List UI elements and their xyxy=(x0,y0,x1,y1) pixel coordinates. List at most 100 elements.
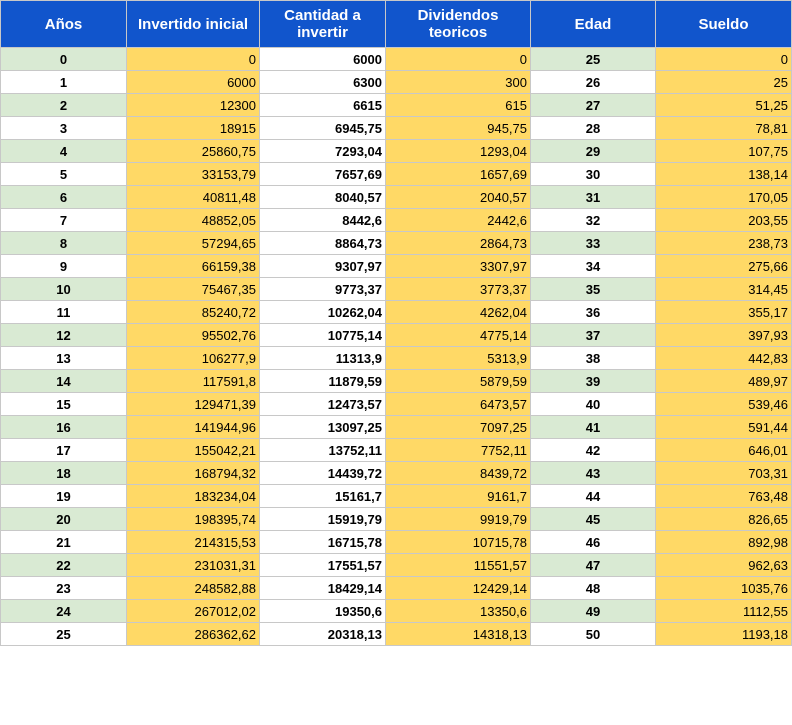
cell-edad[interactable]: 47 xyxy=(530,553,656,577)
cell-sueldo[interactable]: 275,66 xyxy=(655,254,792,278)
cell-dividendos-teoricos[interactable]: 5879,59 xyxy=(385,369,531,393)
cell-sueldo[interactable]: 78,81 xyxy=(655,116,792,140)
cell-edad[interactable]: 38 xyxy=(530,346,656,370)
cell-sueldo[interactable]: 646,01 xyxy=(655,438,792,462)
cell-sueldo[interactable]: 1035,76 xyxy=(655,576,792,600)
cell-cantidad-a-invertir[interactable]: 16715,78 xyxy=(259,530,386,554)
header-sueldo[interactable]: Sueldo xyxy=(655,0,792,48)
cell-dividendos-teoricos[interactable]: 5313,9 xyxy=(385,346,531,370)
cell-anos[interactable]: 0 xyxy=(0,47,127,71)
cell-sueldo[interactable]: 138,14 xyxy=(655,162,792,186)
cell-anos[interactable]: 17 xyxy=(0,438,127,462)
cell-anos[interactable]: 18 xyxy=(0,461,127,485)
cell-dividendos-teoricos[interactable]: 2040,57 xyxy=(385,185,531,209)
cell-anos[interactable]: 5 xyxy=(0,162,127,186)
cell-sueldo[interactable]: 203,55 xyxy=(655,208,792,232)
cell-anos[interactable]: 11 xyxy=(0,300,127,324)
cell-cantidad-a-invertir[interactable]: 11313,9 xyxy=(259,346,386,370)
cell-sueldo[interactable]: 1112,55 xyxy=(655,599,792,623)
cell-edad[interactable]: 31 xyxy=(530,185,656,209)
cell-edad[interactable]: 48 xyxy=(530,576,656,600)
cell-edad[interactable]: 43 xyxy=(530,461,656,485)
header-invertido-inicial[interactable]: Invertido inicial xyxy=(126,0,260,48)
cell-invertido-inicial[interactable]: 95502,76 xyxy=(126,323,260,347)
cell-cantidad-a-invertir[interactable]: 13752,11 xyxy=(259,438,386,462)
cell-edad[interactable]: 41 xyxy=(530,415,656,439)
cell-edad[interactable]: 28 xyxy=(530,116,656,140)
cell-anos[interactable]: 13 xyxy=(0,346,127,370)
cell-edad[interactable]: 30 xyxy=(530,162,656,186)
cell-anos[interactable]: 8 xyxy=(0,231,127,255)
cell-cantidad-a-invertir[interactable]: 8442,6 xyxy=(259,208,386,232)
cell-anos[interactable]: 21 xyxy=(0,530,127,554)
cell-edad[interactable]: 40 xyxy=(530,392,656,416)
header-dividendos-teoricos[interactable]: Dividendos teoricos xyxy=(385,0,531,48)
cell-dividendos-teoricos[interactable]: 7097,25 xyxy=(385,415,531,439)
cell-cantidad-a-invertir[interactable]: 7293,04 xyxy=(259,139,386,163)
cell-edad[interactable]: 46 xyxy=(530,530,656,554)
cell-dividendos-teoricos[interactable]: 13350,6 xyxy=(385,599,531,623)
cell-dividendos-teoricos[interactable]: 0 xyxy=(385,47,531,71)
cell-dividendos-teoricos[interactable]: 615 xyxy=(385,93,531,117)
cell-dividendos-teoricos[interactable]: 9919,79 xyxy=(385,507,531,531)
cell-edad[interactable]: 26 xyxy=(530,70,656,94)
cell-sueldo[interactable]: 763,48 xyxy=(655,484,792,508)
cell-dividendos-teoricos[interactable]: 3307,97 xyxy=(385,254,531,278)
cell-anos[interactable]: 4 xyxy=(0,139,127,163)
cell-invertido-inicial[interactable]: 267012,02 xyxy=(126,599,260,623)
cell-dividendos-teoricos[interactable]: 9161,7 xyxy=(385,484,531,508)
cell-dividendos-teoricos[interactable]: 3773,37 xyxy=(385,277,531,301)
cell-dividendos-teoricos[interactable]: 2864,73 xyxy=(385,231,531,255)
cell-anos[interactable]: 1 xyxy=(0,70,127,94)
cell-cantidad-a-invertir[interactable]: 20318,13 xyxy=(259,622,386,646)
cell-dividendos-teoricos[interactable]: 12429,14 xyxy=(385,576,531,600)
cell-sueldo[interactable]: 703,31 xyxy=(655,461,792,485)
cell-cantidad-a-invertir[interactable]: 7657,69 xyxy=(259,162,386,186)
cell-sueldo[interactable]: 826,65 xyxy=(655,507,792,531)
cell-edad[interactable]: 50 xyxy=(530,622,656,646)
cell-anos[interactable]: 22 xyxy=(0,553,127,577)
cell-invertido-inicial[interactable]: 12300 xyxy=(126,93,260,117)
cell-anos[interactable]: 10 xyxy=(0,277,127,301)
cell-cantidad-a-invertir[interactable]: 11879,59 xyxy=(259,369,386,393)
cell-anos[interactable]: 6 xyxy=(0,185,127,209)
cell-dividendos-teoricos[interactable]: 2442,6 xyxy=(385,208,531,232)
cell-sueldo[interactable]: 892,98 xyxy=(655,530,792,554)
cell-cantidad-a-invertir[interactable]: 15161,7 xyxy=(259,484,386,508)
header-cantidad-a-invertir[interactable]: Cantidad a invertir xyxy=(259,0,386,48)
cell-invertido-inicial[interactable]: 25860,75 xyxy=(126,139,260,163)
cell-dividendos-teoricos[interactable]: 7752,11 xyxy=(385,438,531,462)
cell-edad[interactable]: 27 xyxy=(530,93,656,117)
cell-invertido-inicial[interactable]: 183234,04 xyxy=(126,484,260,508)
cell-anos[interactable]: 25 xyxy=(0,622,127,646)
cell-dividendos-teoricos[interactable]: 1657,69 xyxy=(385,162,531,186)
cell-cantidad-a-invertir[interactable]: 15919,79 xyxy=(259,507,386,531)
cell-anos[interactable]: 15 xyxy=(0,392,127,416)
cell-sueldo[interactable]: 170,05 xyxy=(655,185,792,209)
cell-cantidad-a-invertir[interactable]: 6615 xyxy=(259,93,386,117)
cell-edad[interactable]: 35 xyxy=(530,277,656,301)
cell-invertido-inicial[interactable]: 168794,32 xyxy=(126,461,260,485)
cell-sueldo[interactable]: 591,44 xyxy=(655,415,792,439)
header-edad[interactable]: Edad xyxy=(530,0,656,48)
cell-invertido-inicial[interactable]: 85240,72 xyxy=(126,300,260,324)
cell-cantidad-a-invertir[interactable]: 9773,37 xyxy=(259,277,386,301)
cell-invertido-inicial[interactable]: 117591,8 xyxy=(126,369,260,393)
cell-invertido-inicial[interactable]: 57294,65 xyxy=(126,231,260,255)
cell-invertido-inicial[interactable]: 75467,35 xyxy=(126,277,260,301)
cell-edad[interactable]: 32 xyxy=(530,208,656,232)
cell-dividendos-teoricos[interactable]: 10715,78 xyxy=(385,530,531,554)
cell-sueldo[interactable]: 25 xyxy=(655,70,792,94)
cell-anos[interactable]: 2 xyxy=(0,93,127,117)
cell-sueldo[interactable]: 1193,18 xyxy=(655,622,792,646)
cell-cantidad-a-invertir[interactable]: 13097,25 xyxy=(259,415,386,439)
cell-invertido-inicial[interactable]: 6000 xyxy=(126,70,260,94)
cell-cantidad-a-invertir[interactable]: 12473,57 xyxy=(259,392,386,416)
cell-edad[interactable]: 33 xyxy=(530,231,656,255)
cell-invertido-inicial[interactable]: 214315,53 xyxy=(126,530,260,554)
cell-edad[interactable]: 42 xyxy=(530,438,656,462)
cell-cantidad-a-invertir[interactable]: 10262,04 xyxy=(259,300,386,324)
cell-edad[interactable]: 37 xyxy=(530,323,656,347)
cell-anos[interactable]: 20 xyxy=(0,507,127,531)
cell-edad[interactable]: 36 xyxy=(530,300,656,324)
